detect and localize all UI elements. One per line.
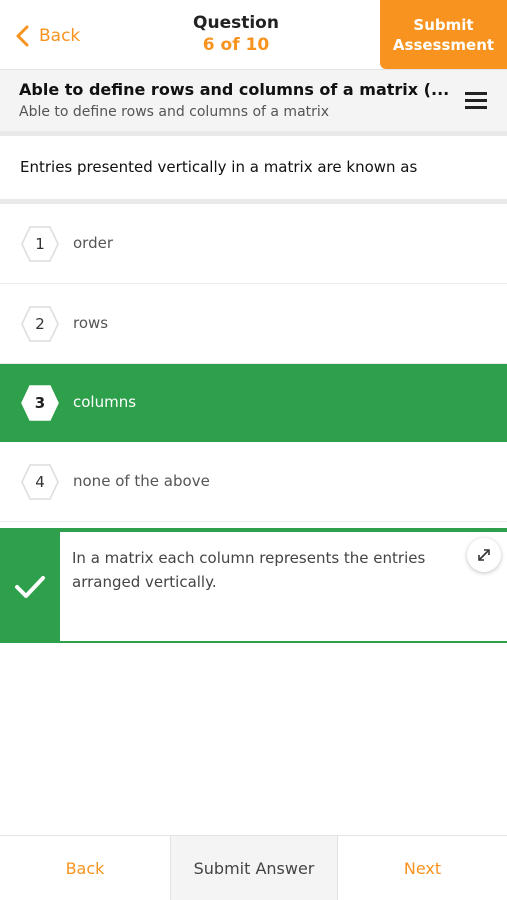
option-2[interactable]: 2 rows bbox=[0, 284, 507, 364]
back-button-label: Back bbox=[39, 26, 81, 46]
divider bbox=[0, 131, 507, 136]
expand-arrows-icon bbox=[478, 549, 490, 561]
option-text: rows bbox=[73, 314, 109, 332]
hamburger-menu-icon[interactable] bbox=[465, 90, 489, 110]
option-text: order bbox=[73, 234, 113, 252]
footer-back-button[interactable]: Back bbox=[0, 836, 170, 900]
explanation-text: In a matrix each column represents the e… bbox=[72, 549, 426, 591]
submit-assessment-button[interactable]: Submit Assessment bbox=[380, 0, 507, 69]
option-number: 2 bbox=[35, 315, 45, 333]
question-counter: 6 of 10 bbox=[202, 35, 270, 55]
topic-subtitle: Able to define rows and columns of a mat… bbox=[19, 104, 330, 120]
explanation-panel: In a matrix each column represents the e… bbox=[0, 532, 507, 643]
option-4[interactable]: 4 none of the above bbox=[0, 442, 507, 522]
option-text: columns bbox=[73, 393, 137, 411]
checkmark-icon bbox=[15, 575, 45, 598]
topic-title: Able to define rows and columns of a mat… bbox=[19, 80, 449, 99]
question-label: Question bbox=[193, 13, 279, 33]
submit-assessment-line1: Submit bbox=[413, 15, 474, 34]
option-1[interactable]: 1 order bbox=[0, 204, 507, 284]
topic-header: Able to define rows and columns of a mat… bbox=[0, 69, 507, 131]
question-text: Entries presented vertically in a matrix… bbox=[20, 158, 418, 176]
option-number: 4 bbox=[35, 473, 45, 491]
bottom-navigation: Back Submit Answer Next bbox=[0, 835, 507, 900]
back-button[interactable]: Back bbox=[14, 22, 80, 50]
correct-indicator bbox=[0, 532, 60, 641]
expand-button[interactable] bbox=[467, 538, 501, 572]
option-3[interactable]: 3 columns bbox=[0, 364, 507, 442]
submit-answer-button[interactable]: Submit Answer bbox=[170, 836, 338, 900]
option-number: 3 bbox=[34, 394, 46, 412]
top-bar: Back Question 6 of 10 Submit Assessment bbox=[0, 0, 507, 69]
option-number: 1 bbox=[35, 235, 45, 253]
next-button[interactable]: Next bbox=[338, 836, 507, 900]
chevron-left-icon bbox=[16, 25, 29, 47]
submit-assessment-line2: Assessment bbox=[392, 35, 495, 54]
option-text: none of the above bbox=[73, 472, 210, 490]
